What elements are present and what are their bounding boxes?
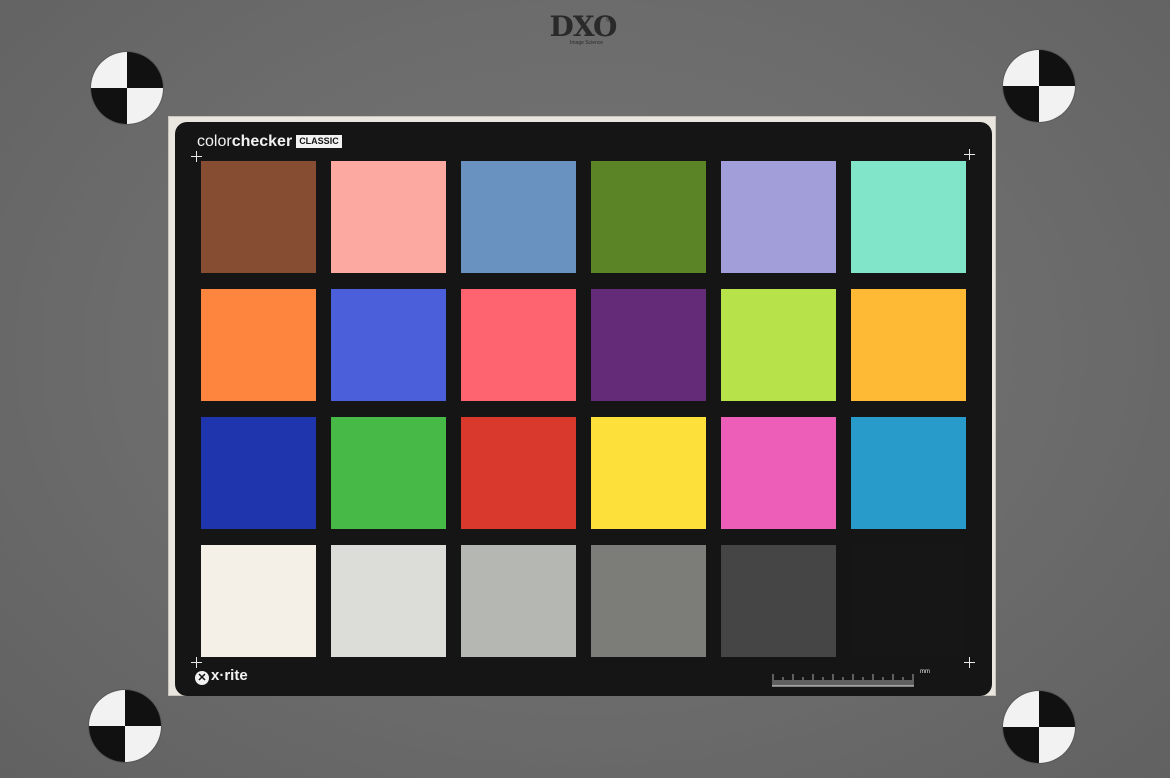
color-patch-r3-c5 bbox=[721, 417, 836, 529]
registration-target-icon bbox=[1003, 50, 1075, 122]
brand-badge-classic: CLASSIC bbox=[296, 135, 342, 148]
color-patch-r1-c3 bbox=[461, 161, 576, 273]
registration-target-icon bbox=[91, 52, 163, 124]
color-patch-r4-c6 bbox=[851, 545, 966, 657]
registration-target-icon bbox=[89, 690, 161, 762]
color-patch-r1-c2 bbox=[331, 161, 446, 273]
brand-text-light: color bbox=[197, 133, 232, 150]
ruler-unit-label: mm bbox=[920, 669, 930, 675]
color-patch-r1-c4 bbox=[591, 161, 706, 273]
brand-text-bold: checker bbox=[231, 133, 293, 150]
color-patch-r3-c6 bbox=[851, 417, 966, 529]
xrite-logo-text: x·rite bbox=[211, 667, 248, 684]
dxo-logo-subtitle: Image Science bbox=[570, 40, 604, 46]
xrite-mark-icon: ✕ bbox=[195, 671, 209, 685]
color-patch-r4-c5 bbox=[721, 545, 836, 657]
color-patch-r4-c1 bbox=[201, 545, 316, 657]
color-patch-r3-c1 bbox=[201, 417, 316, 529]
color-patch-r1-c5 bbox=[721, 161, 836, 273]
xrite-logo: ✕ x·rite bbox=[195, 667, 248, 685]
color-patch-r2-c6 bbox=[851, 289, 966, 401]
color-patch-r1-c6 bbox=[851, 161, 966, 273]
colorchecker-card: colorchecker CLASSIC ✕ x·rite mm bbox=[175, 122, 992, 696]
color-patch-r2-c5 bbox=[721, 289, 836, 401]
color-patch-r1-c1 bbox=[201, 161, 316, 273]
color-patch-r3-c2 bbox=[331, 417, 446, 529]
color-patch-r4-c3 bbox=[461, 545, 576, 657]
crosshair-icon bbox=[964, 149, 975, 160]
color-patch-r4-c4 bbox=[591, 545, 706, 657]
dxo-registered-mark: ® bbox=[606, 15, 612, 24]
dxo-logo: DXO ® Image Science bbox=[548, 12, 618, 48]
color-patch-r3-c3 bbox=[461, 417, 576, 529]
color-patch-r3-c4 bbox=[591, 417, 706, 529]
ruler-scale bbox=[772, 674, 914, 687]
color-patch-r2-c2 bbox=[331, 289, 446, 401]
colorchecker-brand: colorchecker CLASSIC bbox=[197, 133, 342, 151]
color-patch-r2-c1 bbox=[201, 289, 316, 401]
color-patch-r2-c4 bbox=[591, 289, 706, 401]
registration-target-icon bbox=[1003, 691, 1075, 763]
color-patch-r2-c3 bbox=[461, 289, 576, 401]
crosshair-icon bbox=[964, 657, 975, 668]
color-patch-r4-c2 bbox=[331, 545, 446, 657]
